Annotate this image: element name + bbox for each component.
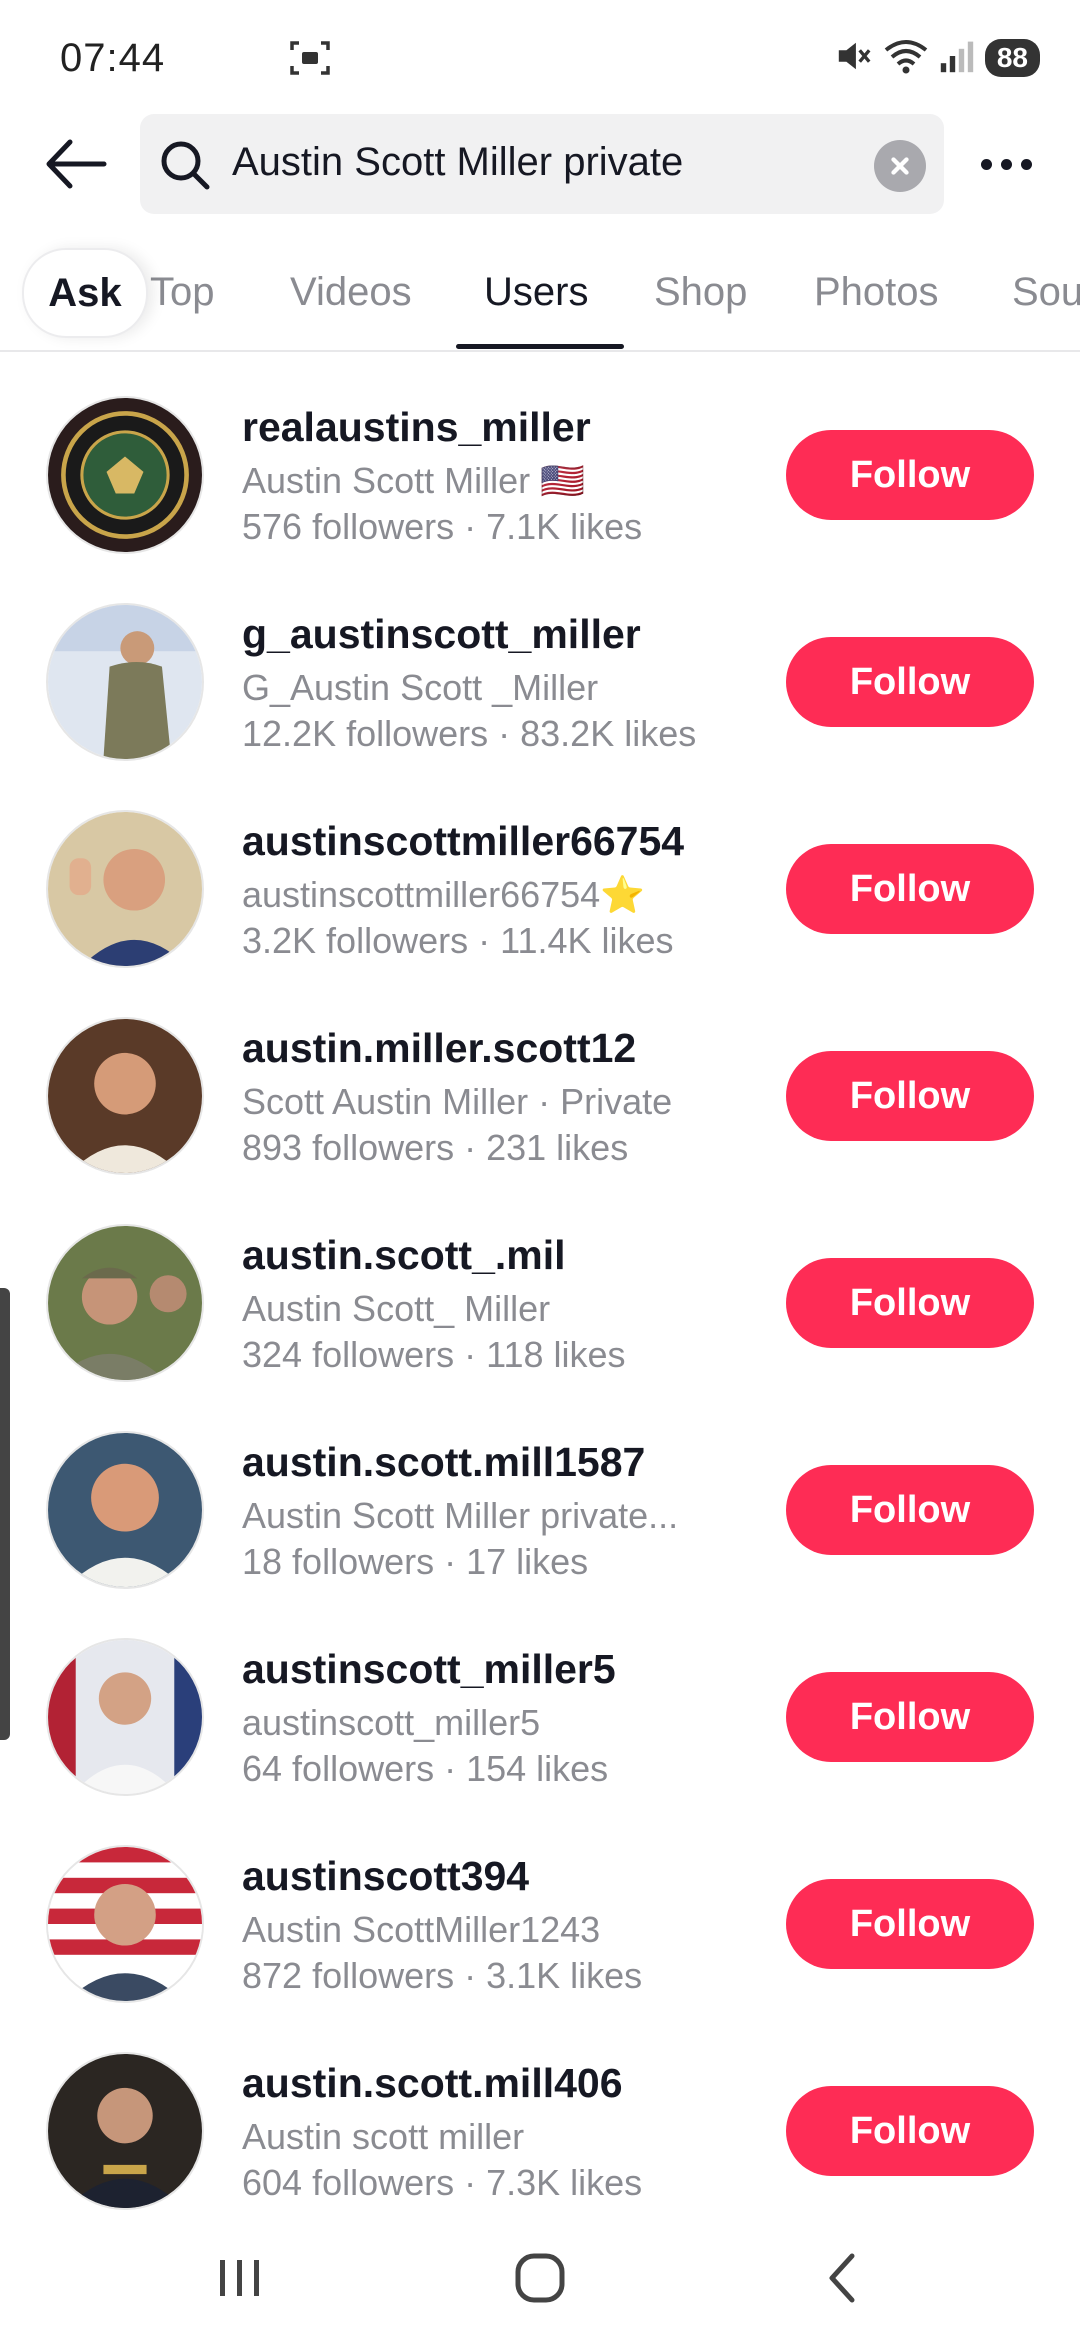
search-icon (158, 138, 212, 192)
follow-button[interactable]: Follow (786, 1672, 1034, 1762)
follow-button[interactable]: Follow (786, 844, 1034, 934)
avatar[interactable] (46, 1845, 204, 2003)
user-stats: 604 followers · 7.3K likes (242, 2162, 643, 2203)
user-stats: 576 followers · 7.1K likes (242, 506, 643, 547)
user-row[interactable]: austin.scott_.mil Austin Scott_ Miller 3… (0, 1188, 1080, 1395)
back-icon[interactable] (792, 2246, 892, 2310)
username[interactable]: austinscott_miller5 (242, 1646, 616, 1693)
avatar[interactable] (46, 1017, 204, 1175)
display-name: G_Austin Scott _Miller (242, 667, 599, 708)
follow-button[interactable]: Follow (786, 2086, 1034, 2176)
clear-icon[interactable] (874, 140, 926, 192)
edge-panel-handle[interactable] (0, 1288, 10, 1740)
username[interactable]: austinscottmiller66754 (242, 818, 684, 865)
user-row[interactable]: austinscottmiller66754 austinscottmiller… (0, 774, 1080, 981)
user-stats: 3.2K followers · 11.4K likes (242, 920, 674, 961)
user-row[interactable]: realaustins_miller Austin Scott Miller 🇺… (0, 360, 1080, 567)
screen-record-icon (290, 40, 330, 76)
system-nav-bar (0, 2216, 1080, 2340)
user-row[interactable]: g_austinscott_miller G_Austin Scott _Mil… (0, 567, 1080, 774)
status-icons: 88 (835, 36, 1040, 80)
username[interactable]: realaustins_miller (242, 404, 591, 451)
search-header: Austin Scott Miller private (0, 112, 1080, 216)
more-icon[interactable] (966, 142, 1046, 186)
tab-top[interactable]: Top (150, 270, 215, 315)
display-name: austinscottmiller66754⭐ (242, 874, 646, 915)
display-name: Austin Scott Miller private... (242, 1495, 679, 1536)
username[interactable]: austin.scott.mill1587 (242, 1439, 645, 1486)
user-stats: 12.2K followers · 83.2K likes (242, 713, 697, 754)
display-name: Scott Austin Miller · Private (242, 1081, 673, 1122)
user-stats: 18 followers · 17 likes (242, 1541, 589, 1582)
battery-indicator: 88 (984, 39, 1040, 77)
search-tabs: Ask Top Videos Users Shop Photos Sou (0, 232, 1080, 352)
username[interactable]: austin.scott.mill406 (242, 2060, 623, 2107)
user-stats: 324 followers · 118 likes (242, 1334, 626, 1375)
avatar[interactable] (46, 1638, 204, 1796)
tab-users[interactable]: Users (484, 270, 588, 315)
follow-button[interactable]: Follow (786, 1258, 1034, 1348)
user-row[interactable]: austin.scott.mill406 Austin scott miller… (0, 2016, 1080, 2210)
username[interactable]: g_austinscott_miller (242, 611, 641, 658)
user-stats: 893 followers · 231 likes (242, 1127, 629, 1168)
avatar[interactable] (46, 1224, 204, 1382)
display-name: Austin scott miller (242, 2116, 525, 2157)
avatar[interactable] (46, 2052, 204, 2210)
user-row[interactable]: austin.miller.scott12 Scott Austin Mille… (0, 981, 1080, 1188)
username[interactable]: austinscott394 (242, 1853, 529, 1900)
avatar[interactable] (46, 810, 204, 968)
tab-sounds[interactable]: Sou (1012, 270, 1080, 315)
display-name: Austin Scott_ Miller (242, 1288, 551, 1329)
follow-button[interactable]: Follow (786, 1465, 1034, 1555)
search-input[interactable]: Austin Scott Miller private (140, 114, 944, 214)
status-bar: 07:44 88 (0, 0, 1080, 118)
display-name: Austin ScottMiller1243 (242, 1909, 601, 1950)
follow-button[interactable]: Follow (786, 1879, 1034, 1969)
username[interactable]: austin.scott_.mil (242, 1232, 566, 1279)
follow-button[interactable]: Follow (786, 1051, 1034, 1141)
search-query[interactable]: Austin Scott Miller private (232, 140, 683, 185)
tab-videos[interactable]: Videos (290, 270, 412, 315)
follow-button[interactable]: Follow (786, 430, 1034, 520)
wifi-icon (883, 36, 929, 81)
signal-icon (939, 37, 975, 80)
home-icon[interactable] (490, 2246, 590, 2310)
user-stats: 64 followers · 154 likes (242, 1748, 609, 1789)
status-time: 07:44 (60, 36, 166, 80)
user-row[interactable]: austinscott394 Austin ScottMiller1243 87… (0, 1809, 1080, 2016)
user-stats: 872 followers · 3.1K likes (242, 1955, 643, 1996)
avatar[interactable] (46, 396, 204, 554)
recent-apps-icon[interactable] (190, 2246, 290, 2310)
tab-ask[interactable]: Ask (22, 248, 148, 338)
user-row[interactable]: austin.scott.mill1587 Austin Scott Mille… (0, 1395, 1080, 1602)
display-name: austinscott_miller5 (242, 1702, 541, 1743)
username[interactable]: austin.miller.scott12 (242, 1025, 636, 1072)
display-name: Austin Scott Miller 🇺🇸 (242, 460, 585, 501)
avatar[interactable] (46, 603, 204, 761)
back-arrow-icon[interactable] (40, 132, 112, 196)
tab-shop[interactable]: Shop (654, 270, 747, 315)
follow-button[interactable]: Follow (786, 637, 1034, 727)
mute-icon (835, 37, 873, 80)
avatar[interactable] (46, 1431, 204, 1589)
user-row[interactable]: austinscott_miller5 austinscott_miller5 … (0, 1602, 1080, 1809)
user-results-list: realaustins_miller Austin Scott Miller 🇺… (0, 360, 1080, 2210)
tab-photos[interactable]: Photos (814, 270, 939, 315)
active-tab-indicator (456, 344, 624, 349)
